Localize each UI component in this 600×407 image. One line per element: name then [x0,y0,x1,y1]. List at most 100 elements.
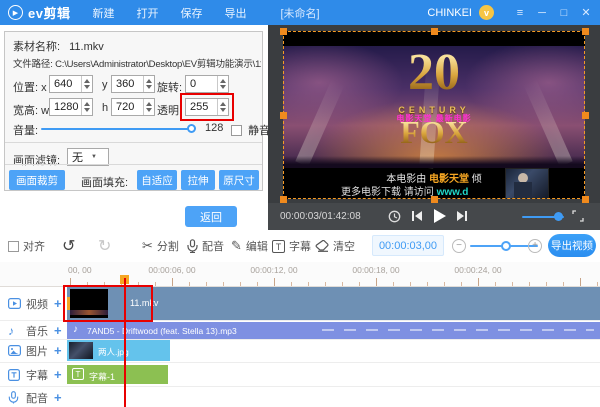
app-logo: ▶ ev剪辑 [8,3,70,22]
height-spinner[interactable] [143,99,154,115]
minimize-icon[interactable]: ─ [534,7,550,19]
edit-toolbar: 对齐 ↺ ↻ ✂ 分割 配音 ✎ 编辑 T 字幕 [0,230,600,262]
image-clip-thumbnail [69,342,93,359]
selection-handle-ne[interactable] [582,28,589,35]
video-canvas[interactable]: 20 CENTURY 电影天堂 最新电影 FOX 本电影由 电影天堂 倾 更多电… [283,31,585,199]
position-y-spinner[interactable] [143,76,154,92]
timeline-zoom-knob[interactable] [501,241,511,251]
add-dub-button[interactable]: + [54,390,62,405]
rotate-spinner[interactable] [217,76,228,92]
selection-handle-nw[interactable] [280,28,287,35]
overlay-download-text: 更多电影下载 请访问 [341,187,434,198]
zoom-out-icon[interactable]: − [452,239,466,253]
image-track-icon [8,345,22,356]
music-clip[interactable]: ♪ 7AND5 - Driftwood (feat. Stella 13).mp… [67,322,600,339]
rotate-value[interactable]: 0 [186,76,217,92]
fox-logo-fox: FOX [283,116,585,148]
menu-open[interactable]: 打开 [136,5,158,21]
timeline-ruler[interactable]: 00, 00 00:00:06, 00 00:00:12, 00 00:00:1… [0,262,600,287]
play-icon[interactable] [432,208,447,224]
crop-button[interactable]: 画面裁剪 [9,170,65,190]
rotate-input[interactable]: 0 [185,75,229,93]
redo-button[interactable]: ↻ [98,230,111,262]
track-header-subtitle: 字幕 + [0,365,67,384]
close-icon[interactable]: ✕ [578,6,594,19]
mute-label: 静音 [248,125,270,137]
position-x-input[interactable]: 640 [49,75,93,93]
username[interactable]: CHINKEI [427,7,472,19]
position-y-input[interactable]: 360 [111,75,155,93]
position-x-spinner[interactable] [81,76,92,92]
split-button[interactable]: ✂ 分割 [142,230,179,262]
width-input[interactable]: 1280 [49,98,93,116]
music-track-icon: ♪ [8,324,22,338]
volume-slider-knob[interactable] [187,124,196,133]
add-image-button[interactable]: + [54,343,62,358]
add-music-button[interactable]: + [54,323,62,338]
mute-checkbox[interactable] [231,125,242,136]
menu-new[interactable]: 新建 [92,5,114,21]
position-y-value[interactable]: 360 [112,76,143,92]
align-toggle[interactable]: 对齐 [8,230,45,262]
align-checkbox[interactable] [8,241,19,252]
track-divider [0,386,600,387]
image-clip[interactable]: 两人.jpg [67,340,170,361]
subtitle-clip[interactable]: T 字幕-1 [67,365,168,384]
ruler-label: 00:00:12, 00 [250,265,297,275]
microphone-icon [187,239,198,253]
selection-handle-n[interactable] [431,28,438,35]
width-spinner[interactable] [81,99,92,115]
video-clip[interactable]: 11.mkv [67,287,600,320]
titlebar: ▶ ev剪辑 新建 打开 保存 导出 [未命名] CHINKEI v ≡ ─ □… [0,0,600,25]
fill-stretch-button[interactable]: 拉伸 [181,170,215,190]
preview-panel: 20 CENTURY 电影天堂 最新电影 FOX 本电影由 电影天堂 倾 更多电… [268,25,600,230]
back-button[interactable]: 返回 [185,206,237,227]
timeline-panel: 00, 00 00:00:06, 00 00:00:12, 00 00:00:1… [0,262,600,407]
zoom-in-icon[interactable]: + [528,239,542,253]
dub-button[interactable]: 配音 [187,230,224,262]
playback-bar: 00:00:03/01:42:08 [268,203,600,230]
undo-button[interactable]: ↺ [62,230,75,262]
width-value[interactable]: 1280 [50,99,81,115]
loop-playback-icon[interactable] [388,210,401,223]
city-skyline [283,156,585,168]
ev-editor-app: ▶ ev剪辑 新建 打开 保存 导出 [未命名] CHINKEI v ≡ ─ □… [0,0,600,407]
add-subtitle-button[interactable]: + [54,367,62,382]
export-video-button[interactable]: 导出视频 [548,234,596,257]
avatar[interactable]: v [479,5,494,20]
selection-handle-s[interactable] [431,196,438,203]
volume-slider[interactable] [41,128,193,130]
titlebar-right: CHINKEI v ≡ ─ □ ✕ [427,0,594,25]
add-video-button[interactable]: + [54,296,62,311]
preview-volume-knob[interactable] [554,212,563,221]
menu-export[interactable]: 导出 [224,5,246,21]
selection-handle-w[interactable] [280,112,287,119]
playback-time: 00:00:03/01:42:08 [280,211,361,222]
dub-label: 配音 [202,238,224,254]
current-time-display[interactable]: 00:00:03,00 [372,235,444,256]
fox-logo-20: 20 [283,47,585,99]
fill-fit-button[interactable]: 自适应 [137,170,177,190]
clear-button[interactable]: 清空 [315,230,355,262]
track-label: 音乐 [26,323,48,339]
previous-frame-icon[interactable] [411,210,423,222]
height-value[interactable]: 720 [112,99,143,115]
pip-video-thumbnail [505,168,549,199]
playhead-line[interactable] [124,278,126,407]
selection-handle-sw[interactable] [280,196,287,203]
selection-handle-e[interactable] [582,112,589,119]
menu-save[interactable]: 保存 [180,5,202,21]
filter-label: 画面滤镜: [13,152,270,168]
subtitle-button[interactable]: T 字幕 [272,230,311,262]
selection-handle-se[interactable] [582,196,589,203]
position-x-value[interactable]: 640 [50,76,81,92]
edit-button[interactable]: ✎ 编辑 [231,230,268,262]
fullscreen-icon[interactable] [572,210,584,222]
material-name-label: 素材名称: [13,41,60,53]
height-input[interactable]: 720 [111,98,155,116]
ruler-label: 00:00:24, 00 [454,265,501,275]
fill-original-button[interactable]: 原尺寸 [219,170,259,190]
app-menu-icon[interactable]: ≡ [512,7,528,19]
maximize-icon[interactable]: □ [556,7,572,19]
next-frame-icon[interactable] [456,210,468,222]
